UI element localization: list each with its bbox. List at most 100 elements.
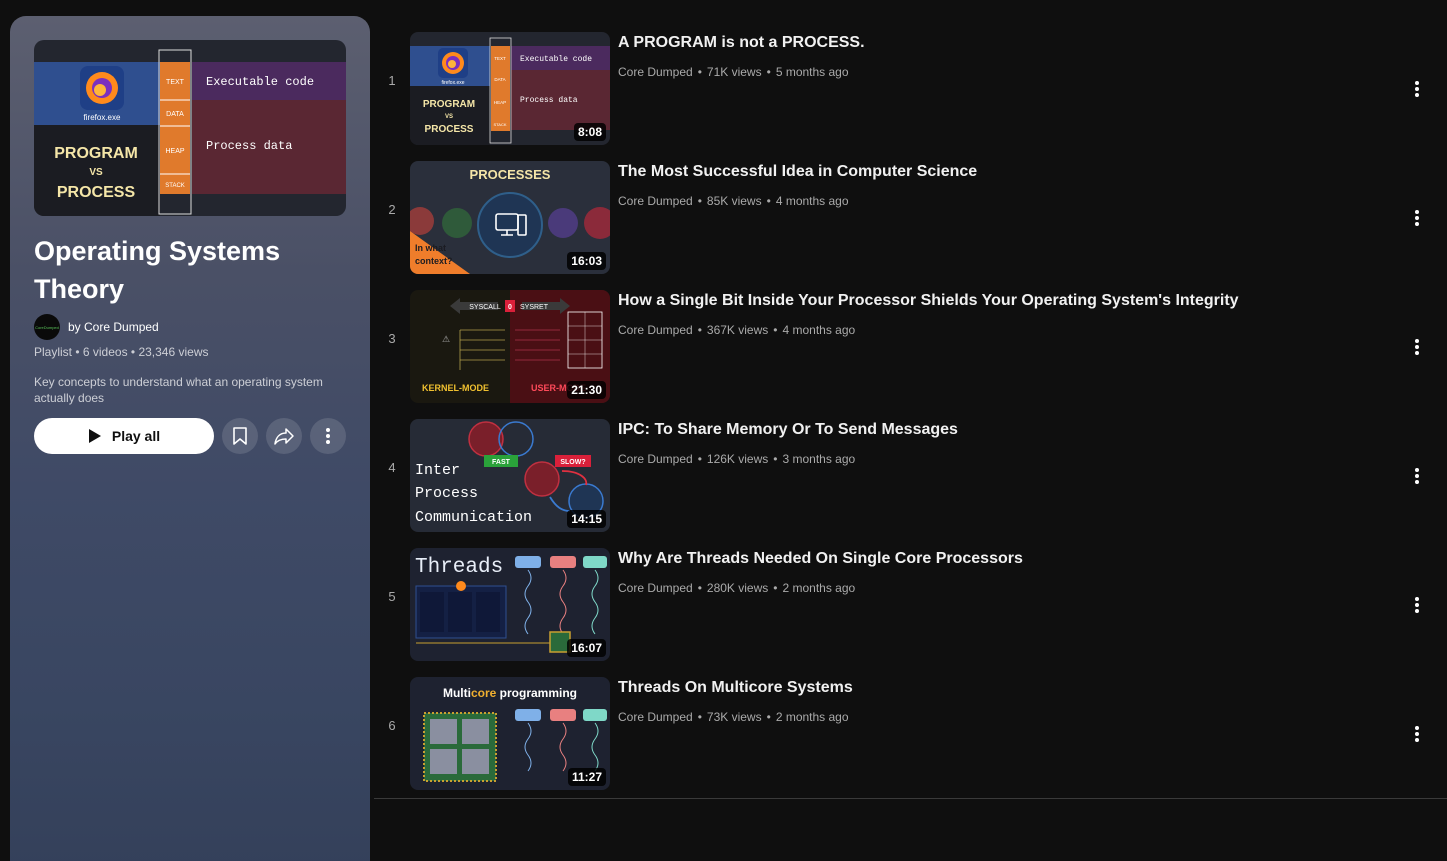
publish-age: 4 months ago	[775, 194, 849, 208]
more-vert-icon	[1415, 210, 1419, 226]
avatar-logo-text: CoreDumped	[35, 324, 59, 330]
video-index: 6	[388, 718, 396, 733]
avatar[interactable]: CoreDumped	[34, 314, 60, 340]
view-count: 367K views	[706, 323, 769, 337]
cover-seg-data: DATA	[166, 111, 184, 118]
thumb-line-inter: Inter	[415, 462, 460, 479]
video-index: 4	[388, 460, 396, 475]
thumb-syscall: SYSCALL	[469, 304, 501, 311]
share-button[interactable]	[266, 418, 302, 454]
channel-name[interactable]: Core Dumped	[618, 710, 693, 724]
video-title[interactable]: How a Single Bit Inside Your Processor S…	[618, 292, 1239, 310]
bookmark-icon	[233, 427, 247, 445]
duration-badge: 14:15	[567, 510, 606, 528]
thumb-seg-heap: HEAP	[494, 100, 506, 105]
thumb-corner-line-1: In what	[415, 243, 446, 253]
list-item[interactable]: 1 firefox.exe PROGRAM VS PROCESS TEXT DA…	[374, 24, 1447, 153]
channel-name[interactable]: Core Dumped	[618, 323, 693, 337]
video-title[interactable]: The Most Successful Idea in Computer Sci…	[618, 163, 977, 181]
video-index: 2	[388, 202, 396, 217]
channel-name[interactable]: Core Dumped	[618, 194, 693, 208]
video-more-button[interactable]	[1397, 198, 1437, 238]
video-title[interactable]: Why Are Threads Needed On Single Core Pr…	[618, 550, 1023, 568]
thumb-line-communication: Communication	[415, 509, 532, 526]
play-all-label: Play all	[111, 428, 161, 444]
playlist-more-button[interactable]	[310, 418, 346, 454]
thumb-line-process: Process	[415, 485, 478, 502]
video-more-button[interactable]	[1397, 327, 1437, 367]
more-vert-icon	[1415, 468, 1419, 484]
video-thumbnail[interactable]: PROCESSES In what context? 16:03	[410, 161, 610, 274]
duration-badge: 11:27	[567, 768, 606, 786]
video-title[interactable]: A PROGRAM is not a PROCESS.	[618, 34, 865, 52]
thumb-mode-bit: 0	[508, 304, 512, 311]
channel-name[interactable]: Core Dumped	[618, 65, 693, 79]
list-item[interactable]: 3 SYSCALL 0 SYSRET ⚠ KERNEL-MODE USER-MO…	[374, 282, 1447, 411]
thumb-heading-accent: core	[471, 686, 497, 700]
publish-age: 2 months ago	[775, 710, 849, 724]
playlist-meta: Playlist • 6 videos • 23,346 views	[34, 345, 209, 359]
channel-name[interactable]: Core Dumped	[618, 581, 693, 595]
video-index: 1	[388, 73, 396, 88]
thumb-line-2: VS	[445, 114, 453, 120]
playlist-cover-thumbnail[interactable]: firefox.exe PROGRAM VS PROCESS TEXT DATA…	[34, 40, 346, 216]
video-more-button[interactable]	[1397, 69, 1437, 109]
publish-age: 4 months ago	[782, 323, 856, 337]
thumb-seg-stack: STACK	[493, 122, 506, 127]
duration-badge: 21:30	[567, 381, 606, 399]
cover-process-label: Process data	[206, 139, 292, 153]
video-meta: Core Dumped • 71K views • 5 months ago	[618, 65, 849, 79]
thumb-corner-line-2: context?	[415, 256, 453, 266]
thumb-fast: FAST	[492, 459, 511, 466]
thumb-heading: PROCESSES	[470, 167, 551, 182]
cover-line-3: PROCESS	[57, 184, 136, 201]
video-more-button[interactable]	[1397, 456, 1437, 496]
video-thumbnail[interactable]: Multicore programming 11:27	[410, 677, 610, 790]
owner-name[interactable]: by Core Dumped	[68, 320, 159, 334]
thumb-line-3: PROCESS	[425, 124, 474, 135]
video-more-button[interactable]	[1397, 714, 1437, 754]
thumb-heading: Multicore programming	[443, 686, 577, 700]
video-more-button[interactable]	[1397, 585, 1437, 625]
play-all-button[interactable]: Play all	[34, 418, 214, 454]
cover-seg-heap: HEAP	[165, 148, 184, 155]
thumb-process-label: Process data	[520, 96, 578, 105]
list-item[interactable]: 2 PROCESSES In what context? 16:03 The M…	[374, 153, 1447, 282]
thumb-line-1: PROGRAM	[423, 99, 475, 110]
more-vert-icon	[1415, 726, 1419, 742]
video-thumbnail[interactable]: FAST SLOW? Inter Process Communication 1…	[410, 419, 610, 532]
more-vert-icon	[1415, 81, 1419, 97]
list-item[interactable]: 6 Multicore programming 11:27 Threads On…	[374, 669, 1447, 798]
thumb-sysret: SYSRET	[520, 304, 549, 311]
list-item[interactable]: 5 Threads 16:07 Why Are Threads Needed O…	[374, 540, 1447, 669]
save-playlist-button[interactable]	[222, 418, 258, 454]
view-count: 73K views	[706, 710, 762, 724]
video-thumbnail[interactable]: SYSCALL 0 SYSRET ⚠ KERNEL-MODE USER-MODE…	[410, 290, 610, 403]
thumb-seg-data: DATA	[494, 77, 505, 82]
duration-badge: 16:07	[567, 639, 606, 657]
playlist-video-list: 1 firefox.exe PROGRAM VS PROCESS TEXT DA…	[374, 24, 1447, 798]
cover-line-1: PROGRAM	[54, 145, 138, 162]
list-divider	[374, 798, 1447, 799]
cover-exe-label: firefox.exe	[84, 113, 121, 122]
view-count: 71K views	[706, 65, 762, 79]
video-thumbnail[interactable]: Threads 16:07	[410, 548, 610, 661]
more-vert-icon	[1415, 597, 1419, 613]
video-title[interactable]: Threads On Multicore Systems	[618, 679, 853, 697]
thumb-kernel-mode: KERNEL-MODE	[422, 383, 489, 393]
playlist-actions: Play all	[34, 418, 346, 454]
playlist-owner[interactable]: CoreDumped by Core Dumped	[34, 314, 159, 340]
list-item[interactable]: 4 FAST SLOW? Inter Process Communication…	[374, 411, 1447, 540]
video-thumbnail[interactable]: firefox.exe PROGRAM VS PROCESS TEXT DATA…	[410, 32, 610, 145]
playlist-description: Key concepts to understand what an opera…	[34, 375, 323, 405]
cover-line-2: VS	[89, 167, 103, 178]
more-vert-icon	[1415, 339, 1419, 355]
playlist-header-panel: firefox.exe PROGRAM VS PROCESS TEXT DATA…	[10, 16, 370, 861]
cover-executable-label: Executable code	[206, 75, 314, 89]
video-index: 3	[388, 331, 396, 346]
duration-badge: 8:08	[573, 123, 606, 141]
channel-name[interactable]: Core Dumped	[618, 452, 693, 466]
video-title[interactable]: IPC: To Share Memory Or To Send Messages	[618, 421, 958, 439]
thumb-slow: SLOW?	[560, 459, 585, 466]
cover-seg-text: TEXT	[166, 79, 185, 86]
